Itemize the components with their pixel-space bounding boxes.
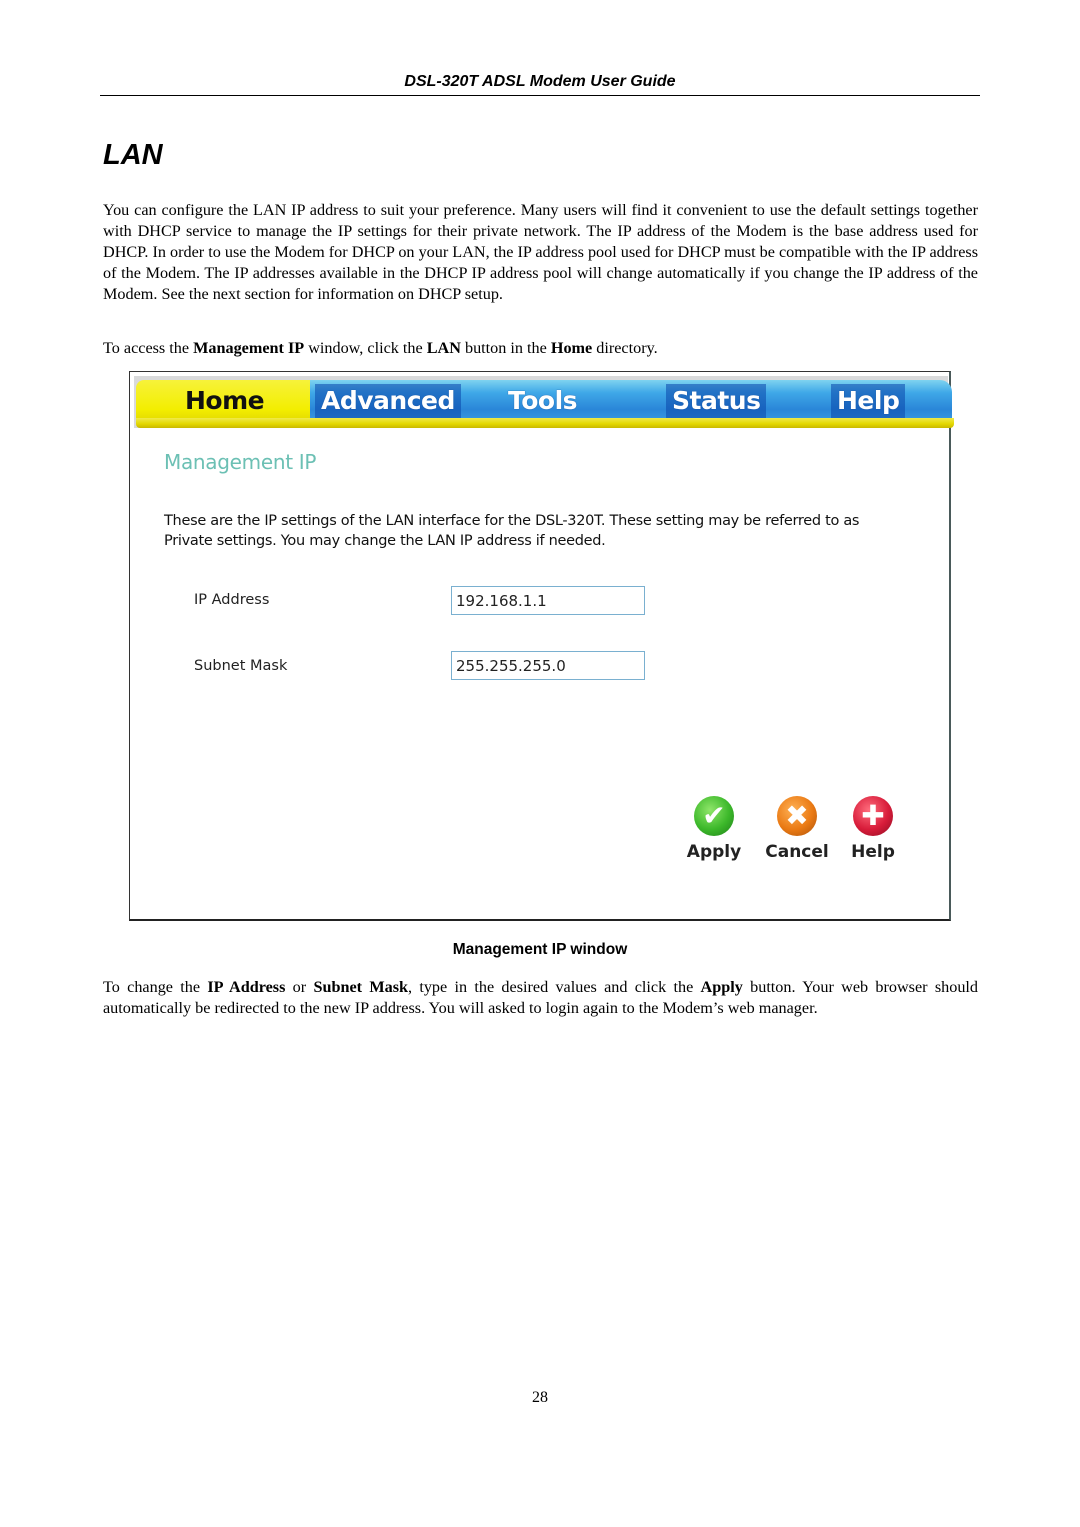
cancel-button[interactable]: ✖ Cancel	[764, 796, 830, 862]
cancel-label: Cancel	[765, 842, 829, 862]
figure-caption: Management IP window	[452, 941, 628, 958]
x-glyph: ✖	[785, 799, 809, 832]
bold-term: IP Address	[207, 978, 286, 996]
apply-button[interactable]: ✔ Apply	[684, 796, 744, 862]
change-paragraph: To change the IP Address or Subnet Mask,…	[103, 977, 978, 1019]
tab-label: Advanced	[315, 384, 461, 418]
tab-label: Tools	[508, 386, 578, 415]
tab-bar: Home Advanced Tools Status Help	[134, 376, 954, 428]
bold-term: Management IP	[193, 339, 305, 357]
ip-address-label: IP Address	[194, 592, 270, 608]
bold-term: Subnet Mask	[313, 978, 408, 996]
tab-label: Help	[831, 384, 906, 418]
text-run: directory.	[592, 339, 658, 357]
text-run: window, click the	[304, 339, 427, 357]
subnet-mask-input[interactable]	[451, 651, 645, 680]
check-glyph: ✔	[702, 799, 726, 832]
tab-label: Status	[666, 384, 767, 418]
intro-paragraph: You can configure the LAN IP address to …	[103, 201, 978, 303]
tab-advanced[interactable]: Advanced	[310, 380, 477, 422]
subnet-mask-label: Subnet Mask	[194, 658, 288, 674]
management-ip-screenshot: Home Advanced Tools Status Help Manageme…	[129, 371, 954, 921]
tab-status[interactable]: Status	[641, 380, 801, 422]
help-button[interactable]: ✚ Help	[850, 796, 896, 862]
tab-tools[interactable]: Tools	[477, 380, 641, 422]
panel-title: Management IP	[164, 450, 317, 474]
text-run: or	[285, 978, 314, 996]
text-run: To change the	[103, 978, 208, 996]
tab-label: Home	[185, 386, 265, 415]
access-paragraph: To access the Management IP window, clic…	[103, 338, 978, 359]
section-title: LAN	[103, 139, 163, 171]
tab-underline	[136, 418, 954, 428]
bold-term: Home	[550, 339, 593, 357]
panel-description: These are the IP settings of the LAN int…	[164, 513, 860, 549]
plus-glyph: ✚	[861, 799, 885, 832]
tab-help[interactable]: Help	[801, 380, 952, 422]
x-icon: ✖	[777, 796, 817, 836]
bold-term: Apply	[700, 978, 743, 996]
check-icon: ✔	[694, 796, 734, 836]
help-label: Help	[851, 842, 895, 862]
apply-label: Apply	[686, 842, 742, 862]
text-run: To access the	[103, 339, 194, 357]
running-header: DSL-320T ADSL Modem User Guide	[404, 73, 676, 90]
plus-icon: ✚	[853, 796, 893, 836]
text-run: button in the	[460, 339, 551, 357]
header-rule	[100, 95, 980, 96]
page-number: 28	[532, 1389, 548, 1406]
ip-address-input[interactable]	[451, 586, 645, 615]
text-run: , type in the desired values and click t…	[408, 978, 701, 996]
bold-term: LAN	[426, 339, 461, 357]
tab-home[interactable]: Home	[136, 380, 310, 422]
